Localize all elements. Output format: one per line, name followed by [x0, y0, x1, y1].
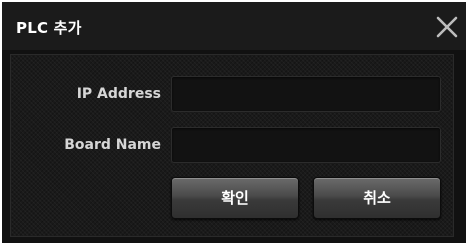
board-name-label: Board Name	[64, 137, 161, 153]
close-icon[interactable]	[436, 16, 458, 38]
dialog-title: PLC 추가	[16, 19, 82, 37]
plc-add-dialog: PLC 추가 IP Address Board Name 확인 취소	[2, 2, 466, 243]
dialog-body: IP Address Board Name 확인 취소	[10, 54, 454, 237]
confirm-button[interactable]: 확인	[171, 177, 299, 219]
board-name-input[interactable]	[171, 127, 441, 163]
cancel-button[interactable]: 취소	[313, 177, 441, 219]
ip-address-input[interactable]	[171, 76, 441, 112]
ip-address-label: IP Address	[76, 86, 161, 102]
dialog-titlebar[interactable]: PLC 추가	[2, 2, 466, 50]
